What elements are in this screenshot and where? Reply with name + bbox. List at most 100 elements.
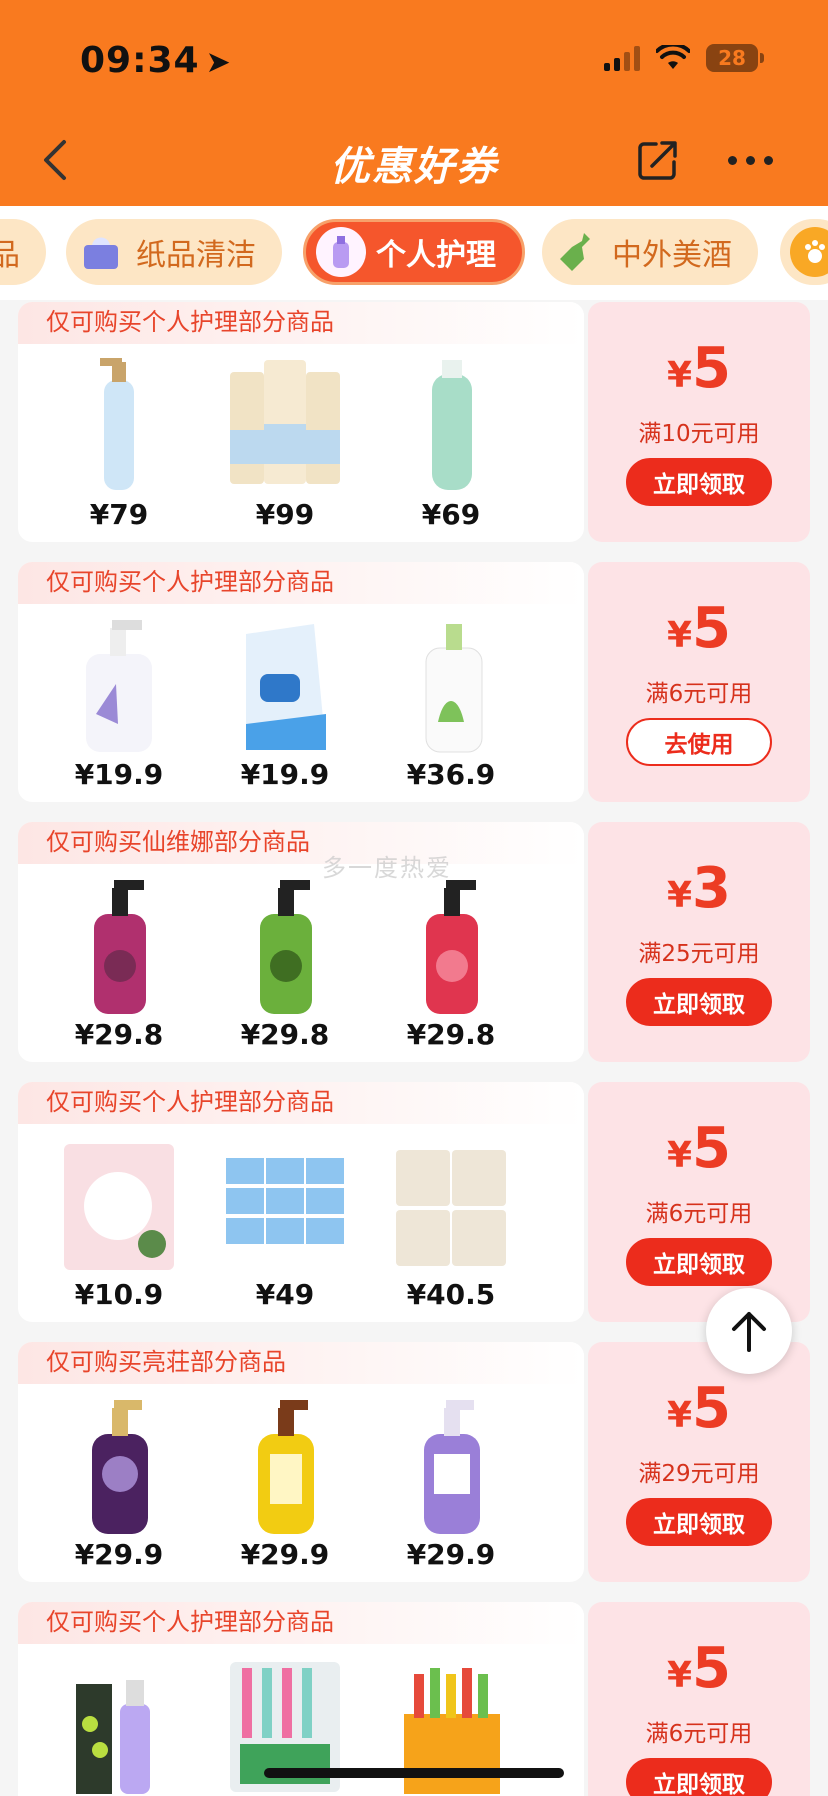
coupon-amount-value: 5 [692,336,732,401]
head-shoulders-bottle-icon [432,360,472,490]
coupon-amount: ¥5 [588,336,810,401]
share-icon[interactable] [636,138,680,182]
coupon-scope-text: 仅可购买个人护理部分商品 [18,1082,584,1124]
wifi-icon [656,45,690,69]
status-time: 09:34 ➤ [80,40,232,81]
coupon-amount-value: 5 [692,1116,732,1181]
more-options-icon[interactable] [728,150,776,170]
product-item[interactable]: ¥29.9 [212,1392,358,1578]
coupon-card: 仅可购买个人护理部分商品 ¥10.9 ¥49 ¥40.5 ¥5 满6元可用 立即… [18,1082,810,1322]
product-item[interactable]: ¥99 [212,352,358,538]
location-arrow-icon: ➤ [205,45,232,80]
body-wash-bottle-icon [425,624,483,753]
product-price: ¥29.8 [74,1018,164,1051]
coupon-products-panel: 仅可购买亮荘部分商品 ¥29.9 ¥29.9 ¥29.9 [18,1342,584,1582]
product-item[interactable]: ¥19.9 [46,612,192,798]
red-pump-bottle-icon [426,880,478,1014]
product-item[interactable]: ¥19.9 [212,612,358,798]
coupon-value-panel: ¥5 满6元可用 立即领取 [584,1082,810,1322]
product-price: ¥10.9 [74,1278,164,1311]
product-price: ¥29.9 [406,1538,496,1571]
claim-coupon-button[interactable]: 立即领取 [626,1238,772,1286]
yellow-bottle-icon [258,1400,314,1534]
wine-bottle-icon [552,227,602,277]
coupon-products-panel: 仅可购买个人护理部分商品 ¥79 ¥99 ¥69 [18,302,584,542]
coupon-card: 仅可购买亮荘部分商品 ¥29.9 ¥29.9 ¥29.9 ¥5 满29元可用 立… [18,1342,810,1582]
product-item[interactable]: ¥69 [378,352,524,538]
product-price: ¥79 [89,498,149,531]
coupon-card: 仅可购买个人护理部分商品 ¥5 满6元可用 立即领取 [18,1602,810,1796]
product-price: ¥19.9 [74,758,164,791]
claim-coupon-button[interactable]: 立即领取 [626,1498,772,1546]
claim-coupon-button[interactable]: 立即领取 [626,1758,772,1796]
dark-purple-bottle-icon [92,1400,148,1534]
coupon-condition: 满29元可用 [638,1461,760,1487]
sanitary-pad-pack-icon [64,1144,174,1270]
hand-wash-bottle-icon [86,620,152,752]
product-list: ¥19.9 ¥19.9 ¥36.9 [18,612,584,798]
product-price: ¥29.8 [240,1018,330,1051]
product-list: ¥29.9 ¥29.9 ¥29.9 [18,1392,584,1578]
product-item[interactable]: ¥10.9 [46,1132,192,1318]
product-list: ¥79 ¥99 ¥69 [18,352,584,538]
product-item[interactable] [46,1652,192,1796]
claim-coupon-button[interactable]: 立即领取 [626,978,772,1026]
back-to-top-button[interactable] [706,1288,792,1374]
currency-symbol: ¥ [666,875,693,916]
product-item[interactable]: ¥49 [212,1132,358,1318]
lavender-bottle-icon [424,1400,480,1534]
tab-wine[interactable]: 中外美酒 [542,219,758,285]
product-item[interactable]: ¥40.5 [378,1132,524,1318]
app-header: 09:34 ➤ 28 优惠好券 [0,0,828,206]
product-price: ¥29.8 [406,1018,496,1051]
currency-symbol: ¥ [666,1395,693,1436]
product-item[interactable]: ¥79 [46,352,192,538]
currency-symbol: ¥ [666,355,693,396]
coupon-products-panel: 仅可购买个人护理部分商品 [18,1602,584,1796]
coupon-card: 仅可购买个人护理部分商品 ¥19.9 ¥19.9 ¥36.9 ¥5 满6元可用 … [18,562,810,802]
tissue-packs-icon [396,1150,506,1266]
currency-symbol: ¥ [666,1655,693,1696]
coupon-condition: 满6元可用 [645,1721,753,1747]
product-item[interactable]: ¥36.9 [378,612,524,798]
toothpaste-spray-icon [76,1680,150,1794]
currency-symbol: ¥ [666,615,693,656]
claim-coupon-button[interactable]: 立即领取 [626,458,772,506]
coupon-amount-value: 3 [692,856,732,921]
coupon-scope-text: 仅可购买个人护理部分商品 [18,302,584,344]
product-price: ¥49 [255,1278,315,1311]
coupon-products-panel: 仅可购买个人护理部分商品 ¥19.9 ¥19.9 ¥36.9 [18,562,584,802]
product-item[interactable]: ¥29.8 [46,872,192,1058]
home-indicator [264,1768,564,1778]
coupon-amount: ¥5 [588,596,810,661]
coupon-condition: 满25元可用 [638,941,760,967]
product-item[interactable]: ¥29.9 [378,1392,524,1578]
category-tabs: 品 纸品清洁 个人护理 中外美酒 [0,206,828,300]
product-item[interactable]: ¥29.9 [46,1392,192,1578]
battery-icon: 28 [706,44,764,72]
pet-icon [790,227,828,277]
tab-partial-right[interactable] [780,219,828,285]
coupon-amount: ¥5 [588,1116,810,1181]
sanitary-pad-boxes-icon [226,1158,344,1244]
page-title: 优惠好券 [330,144,498,190]
product-price: ¥19.9 [240,758,330,791]
product-price: ¥29.9 [74,1538,164,1571]
claim-coupon-button[interactable]: 去使用 [626,718,772,766]
coupon-card: 仅可购买个人护理部分商品 ¥79 ¥99 ¥69 ¥5 满10元可用 立即领取 [18,302,810,542]
coupon-scope-text: 仅可购买个人护理部分商品 [18,562,584,604]
coupon-products-panel: 仅可购买个人护理部分商品 ¥10.9 ¥49 ¥40.5 [18,1082,584,1322]
product-item[interactable]: ¥29.8 [212,872,358,1058]
tab-personal-care[interactable]: 个人护理 [303,219,525,285]
product-price: ¥36.9 [406,758,496,791]
coupon-value-panel: ¥5 满29元可用 立即领取 [584,1342,810,1582]
cellular-signal-icon [604,45,640,71]
pantene-bottle-icon [100,358,134,490]
tab-tissue-cleaning[interactable]: 纸品清洁 [66,219,282,285]
coupon-value-panel: ¥3 满25元可用 立即领取 [584,822,810,1062]
tab-partial-left[interactable]: 品 [0,219,46,285]
tab-label: 中外美酒 [612,238,732,273]
product-item[interactable]: ¥29.8 [378,872,524,1058]
coupon-value-panel: ¥5 满6元可用 去使用 [584,562,810,802]
coupon-condition: 满6元可用 [645,1201,753,1227]
